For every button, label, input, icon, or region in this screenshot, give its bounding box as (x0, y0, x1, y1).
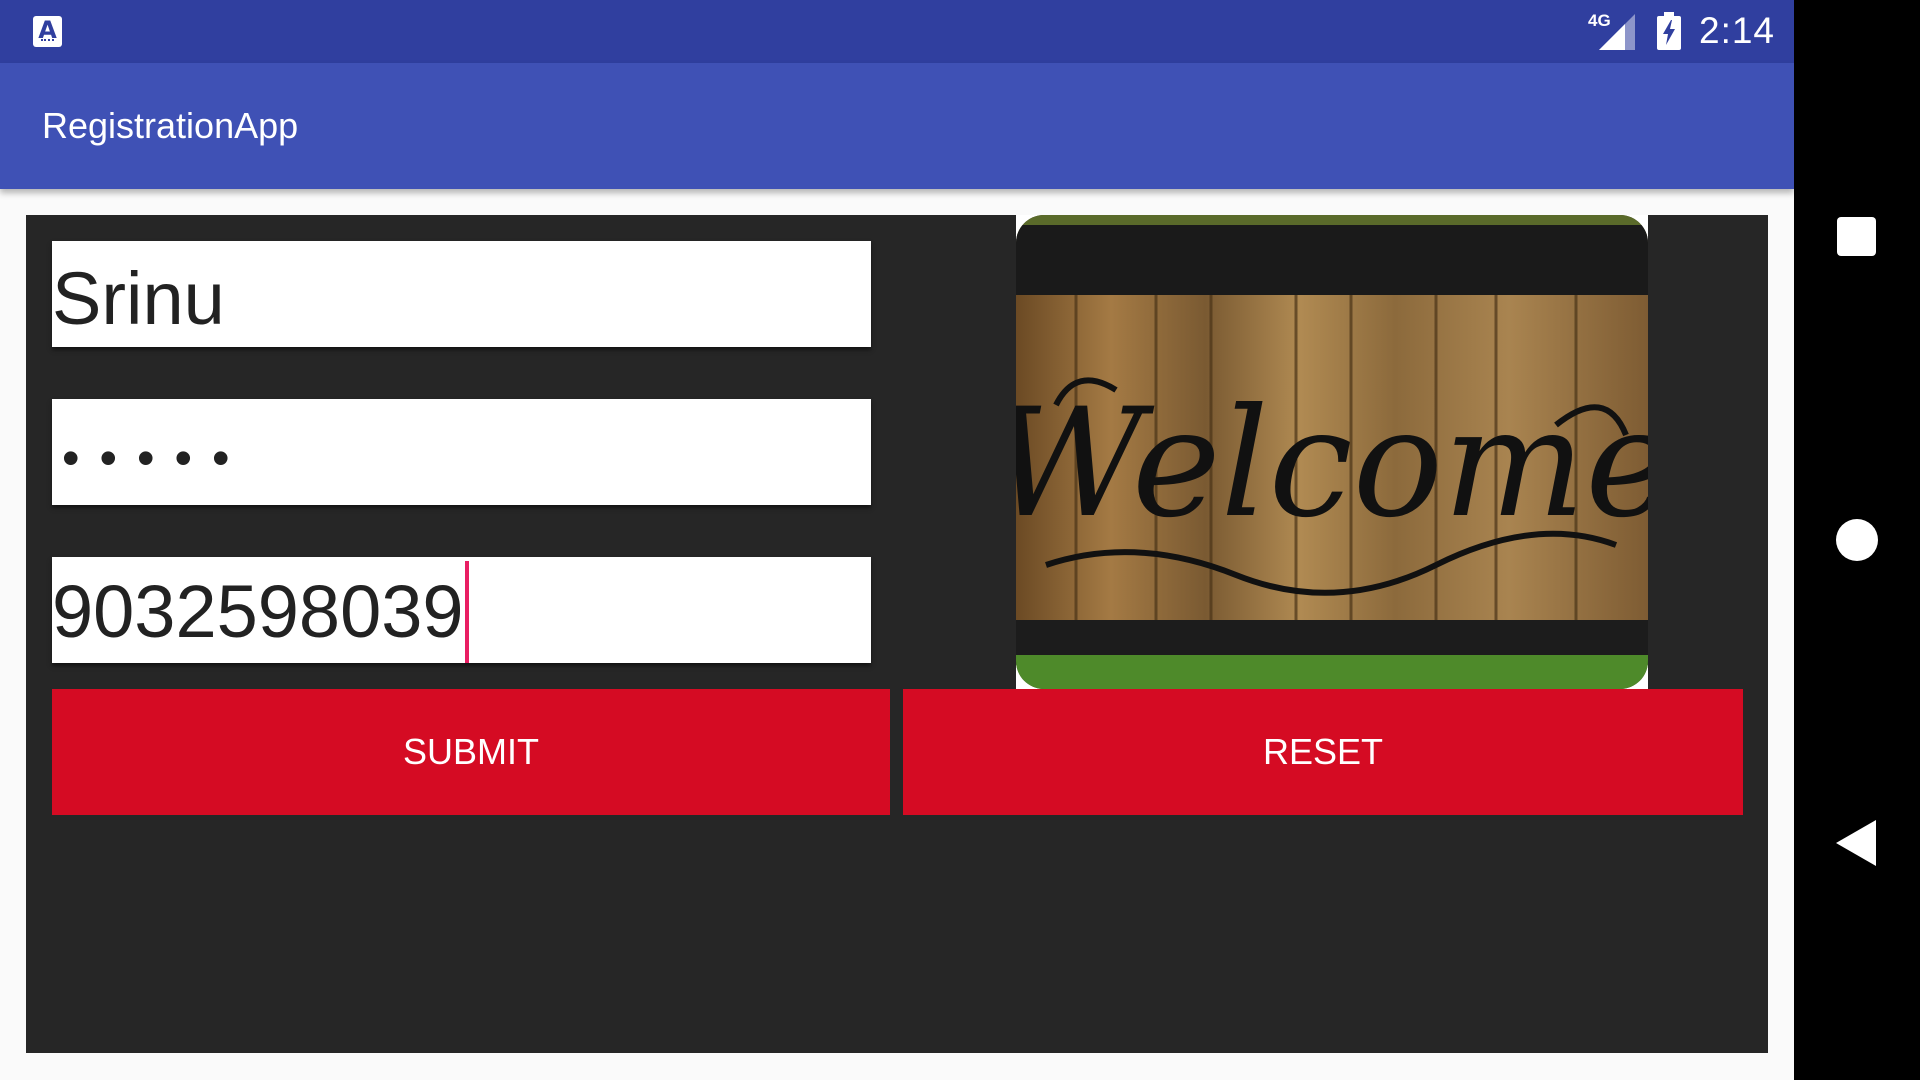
phone-input[interactable]: 9032598039 (52, 561, 469, 663)
submit-button[interactable]: SUBMIT (52, 689, 890, 815)
navigation-bar (1794, 0, 1920, 1080)
status-clock: 2:14 (1699, 10, 1776, 51)
app-notification-icon: A (33, 16, 62, 47)
battery-charging-icon (1657, 12, 1681, 50)
home-icon[interactable] (1836, 519, 1878, 561)
text-cursor (464, 561, 469, 663)
registration-panel: 9032598039 (26, 215, 1768, 1053)
status-bar: A 4G 2:14 (0, 0, 1794, 63)
name-field[interactable] (52, 241, 871, 347)
password-field[interactable] (52, 399, 871, 505)
device-screen: A 4G 2:14 RegistrationApp 9032598039 (0, 0, 1794, 1080)
app-title: RegistrationApp (42, 105, 299, 146)
back-icon[interactable] (1836, 820, 1876, 866)
recents-icon[interactable] (1837, 217, 1876, 256)
welcome-sign-image: Welcome (1016, 215, 1648, 689)
name-input[interactable] (52, 241, 871, 347)
signal-icon (1599, 14, 1635, 50)
password-input[interactable] (52, 399, 871, 505)
phone-field[interactable]: 9032598039 (52, 557, 871, 663)
welcome-sign-artwork: Welcome (1016, 215, 1648, 689)
reset-button[interactable]: RESET (903, 689, 1743, 815)
welcome-lettering: Welcome (1016, 377, 1648, 551)
app-bar: RegistrationApp (0, 63, 1794, 189)
phone-value: 9032598039 (52, 570, 464, 653)
